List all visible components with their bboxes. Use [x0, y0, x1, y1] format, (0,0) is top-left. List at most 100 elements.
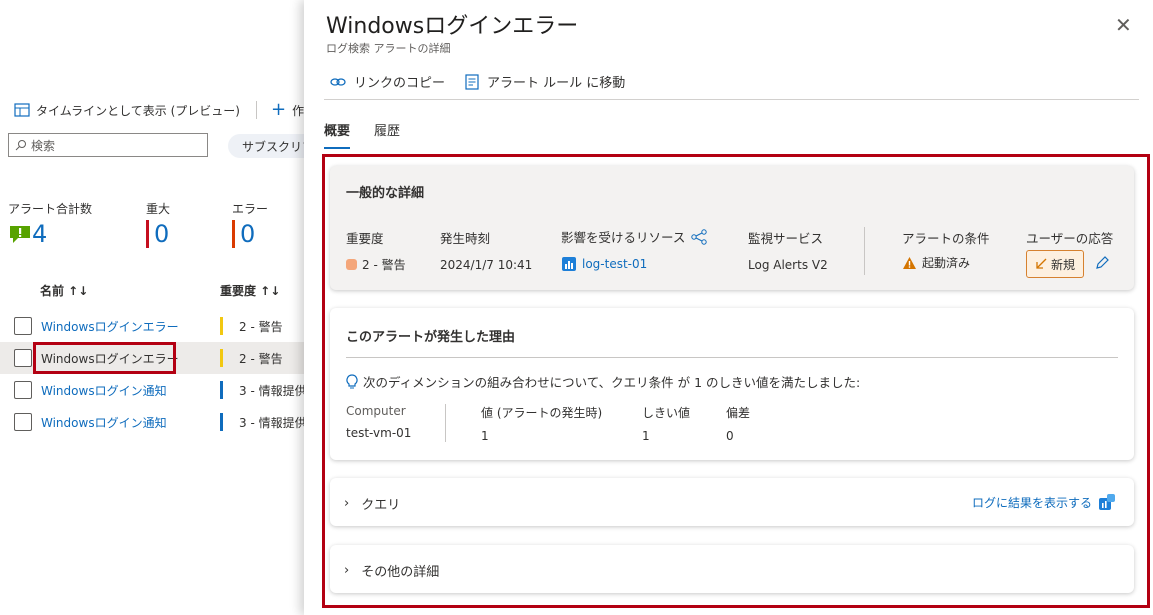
create-label: 作成: [292, 103, 304, 118]
stat-total-label: アラート合計数: [8, 202, 93, 216]
command-divider: [324, 99, 1139, 100]
severity-bar: [220, 381, 223, 399]
timeline-label: タイムラインとして表示 (プレビュー): [36, 103, 240, 118]
goto-alert-rule-button[interactable]: アラート ルール に移動: [465, 72, 625, 91]
resource-value[interactable]: log-test-01: [561, 256, 647, 272]
log-analytics-icon: [1099, 494, 1116, 510]
severity-text: 3 - 情報提供: [239, 383, 304, 398]
chevron-right-icon: ›: [344, 496, 350, 511]
timeline-icon: [14, 103, 30, 117]
deviation-value: 0: [726, 429, 734, 443]
query-label: クエリ: [361, 498, 401, 513]
stat-error: エラー 0: [232, 200, 268, 248]
critical-bar: [146, 220, 149, 248]
plus-icon: +: [270, 99, 287, 120]
create-button[interactable]: + 作成: [270, 99, 304, 120]
resource-label: 影響を受けるリソース: [561, 227, 708, 246]
alert-details-panel: Windowsログインエラー ログ検索 アラートの詳細 ✕ リンクのコピー アラ…: [304, 0, 1153, 615]
column-header-severity[interactable]: 重要度 ↑↓: [220, 282, 280, 299]
tab-history[interactable]: 履歴: [374, 120, 400, 149]
stat-total: アラート合計数 4: [8, 200, 92, 248]
alert-name-link[interactable]: Windowsログイン通知: [41, 382, 167, 399]
column-header-name[interactable]: 名前 ↑↓: [40, 282, 88, 299]
alert-name-link[interactable]: Windowsログインエラー: [41, 318, 179, 335]
warning-icon: [903, 256, 916, 269]
dimension-label: Computer: [346, 404, 406, 418]
row-checkbox[interactable]: [14, 381, 32, 399]
reason-title: このアラートが発生した理由: [346, 330, 516, 345]
stat-critical-value: 0: [154, 220, 170, 248]
goto-rule-label: アラート ルール に移動: [487, 76, 626, 91]
severity-bar: [220, 413, 223, 431]
col-value-header: 値 (アラートの発生時): [481, 406, 603, 420]
condition-value-text: 起動済み: [922, 256, 971, 270]
col-deviation-header: 偏差: [726, 406, 751, 420]
rule-icon: [465, 73, 479, 90]
table-row[interactable]: Windowsログインエラー 2 - 警告: [0, 310, 304, 342]
other-details-expander[interactable]: › その他の詳細: [344, 561, 439, 580]
user-response-value: 新規: [1050, 257, 1075, 272]
selected-row-highlight: [33, 342, 176, 374]
severity-bar: [220, 349, 223, 367]
stat-critical-label: 重大: [146, 202, 171, 216]
panel-title: Windowsログインエラー: [326, 14, 579, 39]
edit-pencil-icon[interactable]: [1094, 255, 1110, 271]
table-row[interactable]: Windowsログイン通知 3 - 情報提供: [0, 374, 304, 406]
view-logs-text: ログに結果を表示する: [972, 495, 1093, 510]
close-icon[interactable]: ✕: [1115, 13, 1132, 37]
alerts-list-page: タイムラインとして表示 (プレビュー) + 作成 検索 サブスクリプション アラ…: [0, 0, 304, 615]
view-logs-link[interactable]: ログに結果を表示する: [972, 493, 1116, 511]
time-value: 2024/1/7 10:41: [440, 258, 533, 272]
severity-dot-icon: [346, 259, 357, 270]
details-divider: [864, 227, 865, 275]
monitor-service-value: Log Alerts V2: [748, 258, 828, 272]
error-bar: [232, 220, 235, 248]
col-threshold-header: しきい値: [642, 406, 691, 420]
filter-pill-label: サブスクリプション: [242, 139, 304, 154]
resource-label-text: 影響を受けるリソース: [561, 230, 686, 245]
other-details-label: その他の詳細: [361, 565, 440, 580]
severity-text: 3 - 情報提供: [239, 415, 304, 430]
copy-link-button[interactable]: リンクのコピー: [330, 72, 445, 91]
search-placeholder: 検索: [31, 138, 56, 153]
general-details-title: 一般的な詳細: [346, 186, 425, 201]
row-checkbox[interactable]: [14, 317, 32, 335]
timeline-button[interactable]: タイムラインとして表示 (プレビュー): [14, 102, 240, 119]
stat-total-value: 4: [32, 220, 48, 248]
monitor-service-label: 監視サービス: [748, 231, 824, 246]
list-toolbar: タイムラインとして表示 (プレビュー) + 作成: [14, 101, 304, 119]
panel-tabs: 概要 履歴: [324, 120, 400, 149]
copy-link-label: リンクのコピー: [354, 76, 446, 91]
share-icon[interactable]: [691, 228, 708, 245]
severity-text: 2 - 警告: [239, 351, 283, 366]
panel-subtitle: ログ検索 アラートの詳細: [326, 42, 451, 55]
severity-label: 重要度: [346, 231, 384, 246]
time-label: 発生時刻: [440, 231, 491, 246]
row-checkbox[interactable]: [14, 413, 32, 431]
user-response-label: ユーザーの応答: [1026, 231, 1114, 246]
toolbar-divider: [255, 101, 257, 119]
reason-message-text: 次のディメンションの組み合わせについて、クエリ条件 が 1 のしきい値を満たしま…: [363, 375, 861, 390]
alert-name-link[interactable]: Windowsログイン通知: [41, 414, 167, 431]
other-details-card[interactable]: › その他の詳細: [330, 545, 1134, 593]
subscription-filter-pill[interactable]: サブスクリプション: [228, 134, 304, 158]
query-card[interactable]: › クエリ ログに結果を表示する: [330, 478, 1134, 526]
severity-bar: [220, 317, 223, 335]
row-checkbox[interactable]: [14, 349, 32, 367]
severity-text: 2 - 警告: [239, 319, 283, 334]
query-expander[interactable]: › クエリ: [344, 494, 400, 513]
condition-value: 起動済み: [902, 254, 970, 271]
metric-value: 1: [481, 429, 489, 443]
table-row[interactable]: Windowsログイン通知 3 - 情報提供: [0, 406, 304, 438]
link-icon: [330, 77, 346, 86]
stat-error-label: エラー: [232, 202, 269, 216]
severity-value-text: 2 - 警告: [362, 258, 406, 272]
severity-value: 2 - 警告: [346, 256, 406, 273]
resource-link[interactable]: log-test-01: [582, 257, 647, 271]
search-input[interactable]: 検索: [8, 133, 208, 157]
reason-divider: [346, 357, 1118, 358]
dimension-value: test-vm-01: [346, 426, 412, 440]
user-response-new-button[interactable]: 新規: [1026, 250, 1084, 278]
tab-overview[interactable]: 概要: [324, 120, 351, 149]
chevron-right-icon: ›: [344, 563, 350, 578]
